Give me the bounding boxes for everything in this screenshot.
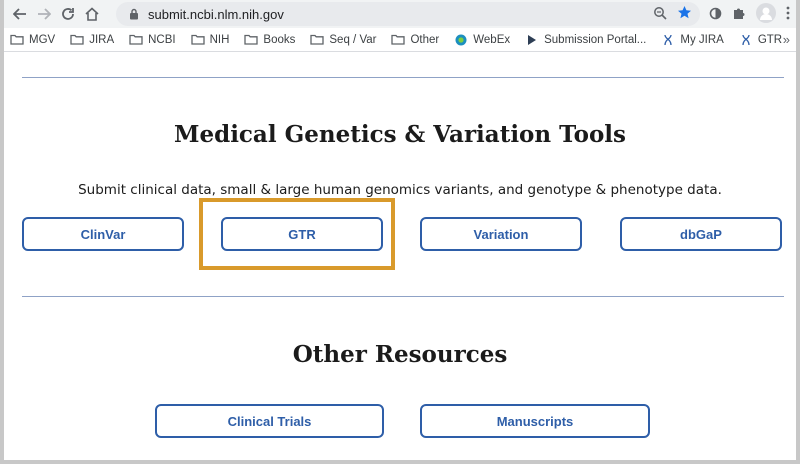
lock-icon <box>126 6 142 22</box>
back-icon[interactable] <box>8 2 32 26</box>
forward-icon[interactable] <box>32 2 56 26</box>
section-description: Submit clinical data, small & large huma… <box>78 182 722 198</box>
zoom-icon[interactable] <box>653 6 667 25</box>
bookmark-item[interactable]: MGV <box>10 34 55 46</box>
manuscripts-button[interactable]: Manuscripts <box>420 404 650 438</box>
browser-toolbar: submit.ncbi.nlm.nih.gov <box>4 0 796 28</box>
address-bar[interactable]: submit.ncbi.nlm.nih.gov <box>116 2 700 26</box>
section-title-resources: Other Resources <box>292 341 508 368</box>
bookmark-label: WebEx <box>473 33 511 46</box>
clinical-trials-button[interactable]: Clinical Trials <box>155 404 384 438</box>
bookmark-item[interactable]: JIRA <box>70 34 114 46</box>
bookmark-label: JIRA <box>89 33 115 46</box>
bookmark-label: MGV <box>29 33 56 46</box>
bookmarks-bar: MGV JIRA NCBI NIH Books Seq / Var Other WebEx Su… <box>4 28 796 52</box>
reload-icon[interactable] <box>56 2 80 26</box>
folder-icon <box>391 34 406 46</box>
dna-icon <box>661 34 675 46</box>
home-icon[interactable] <box>80 2 104 26</box>
bookmark-item[interactable]: My JIRA <box>661 33 724 46</box>
folder-icon <box>310 34 325 46</box>
folder-icon <box>10 34 24 46</box>
browser-window: submit.ncbi.nlm.nih.gov MGV JIRA NCBI NI… <box>4 0 796 460</box>
folder-icon <box>244 34 259 46</box>
bookmark-item[interactable]: WebEx <box>454 34 510 46</box>
dna-icon <box>739 34 753 46</box>
bookmark-item[interactable]: Books <box>244 34 295 46</box>
submission-portal-icon <box>525 34 539 46</box>
bookmark-label: Submission Portal... <box>544 33 647 46</box>
divider <box>22 296 784 297</box>
puzzle-icon[interactable] <box>732 6 746 25</box>
bookmark-item[interactable]: Seq / Var <box>310 34 376 46</box>
page-content: Medical Genetics & Variation Tools Submi… <box>4 53 796 460</box>
bookmark-item[interactable]: GTR <box>739 34 782 46</box>
folder-icon <box>70 34 84 46</box>
folder-icon <box>129 34 143 46</box>
bookmark-label: Seq / Var <box>329 33 377 46</box>
folder-icon <box>190 34 205 46</box>
bookmark-label: Other <box>410 33 440 46</box>
bookmark-label: NCBI <box>148 33 176 46</box>
bookmark-label: NIH <box>209 33 230 46</box>
bookmark-label: Books <box>263 33 296 46</box>
bookmark-star-icon[interactable] <box>677 5 692 25</box>
profile-avatar-icon[interactable] <box>756 3 776 28</box>
bookmarks-overflow-button[interactable]: » <box>783 32 790 47</box>
bookmark-item[interactable]: NCBI <box>129 33 176 46</box>
bookmark-item[interactable]: Other <box>391 34 439 46</box>
extension-icon[interactable] <box>709 7 722 25</box>
section-title-tools: Medical Genetics & Variation Tools <box>174 121 626 148</box>
url-text: submit.ncbi.nlm.nih.gov <box>148 6 284 22</box>
dbgap-button[interactable]: dbGaP <box>620 217 782 251</box>
divider <box>22 77 784 78</box>
clinvar-button[interactable]: ClinVar <box>22 217 184 251</box>
bookmark-label: GTR <box>757 33 783 46</box>
gtr-highlight-box <box>199 198 395 270</box>
menu-kebab-icon[interactable] <box>786 6 790 25</box>
bookmark-item[interactable]: NIH <box>190 33 230 46</box>
bookmark-label: My JIRA <box>680 33 724 46</box>
variation-button[interactable]: Variation <box>420 217 582 251</box>
bookmark-item[interactable]: Submission Portal... <box>525 34 646 46</box>
webex-icon <box>454 34 468 46</box>
